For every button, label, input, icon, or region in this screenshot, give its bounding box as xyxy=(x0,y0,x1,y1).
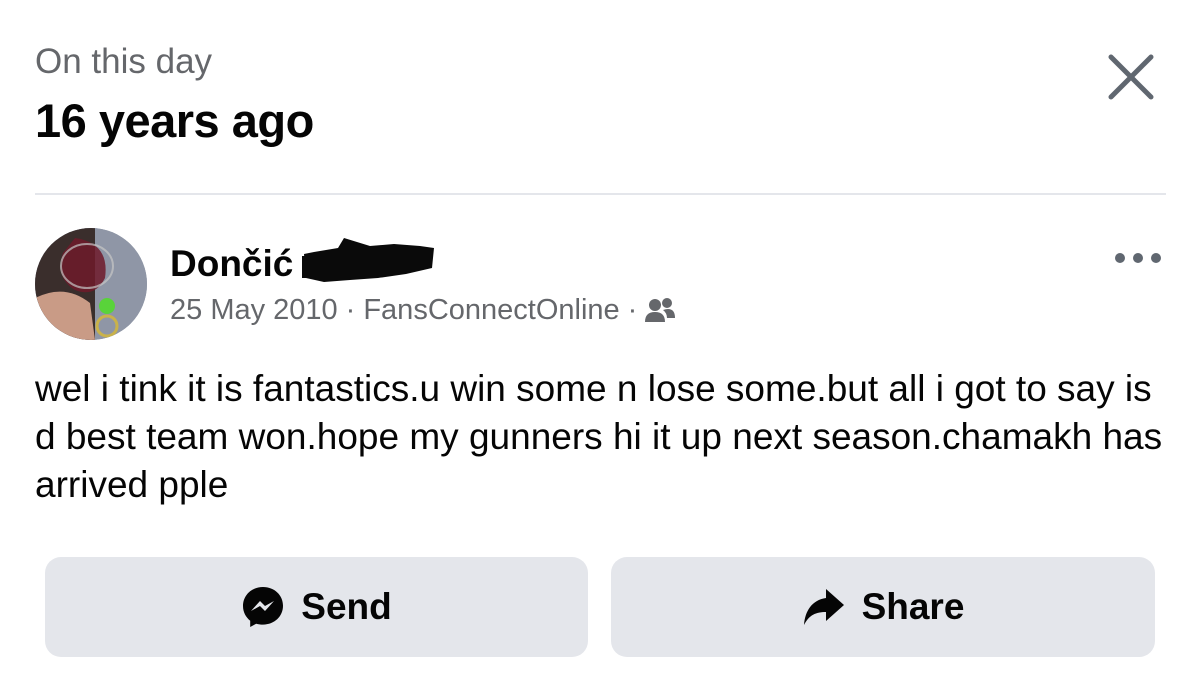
post-source: FansConnectOnline xyxy=(363,294,620,326)
send-button[interactable]: Send xyxy=(45,557,588,657)
author-name[interactable]: Dončić xyxy=(170,242,293,286)
post-meta: 25 May 2010 · FansConnectOnline · xyxy=(170,292,676,328)
close-button[interactable] xyxy=(1104,50,1158,104)
redacted-surname xyxy=(302,238,436,284)
close-icon xyxy=(1108,54,1154,100)
meta-separator: · xyxy=(345,294,356,326)
share-arrow-icon xyxy=(803,589,844,625)
more-icon xyxy=(1115,253,1161,263)
share-button[interactable]: Share xyxy=(611,557,1155,657)
avatar[interactable] xyxy=(35,228,147,340)
post-text: wel i tink it is fantastics.u win some n… xyxy=(35,368,1163,505)
share-label: Share xyxy=(861,586,965,627)
friends-icon xyxy=(645,296,676,322)
more-options-button[interactable] xyxy=(1110,244,1166,272)
header-divider xyxy=(35,193,1166,195)
header-subtitle: On this day xyxy=(35,42,213,81)
send-label: Send xyxy=(301,586,392,627)
meta-separator: · xyxy=(627,294,638,326)
post-date[interactable]: 25 May 2010 xyxy=(170,294,338,326)
messenger-icon xyxy=(243,587,284,627)
header-title: 16 years ago xyxy=(35,94,314,147)
